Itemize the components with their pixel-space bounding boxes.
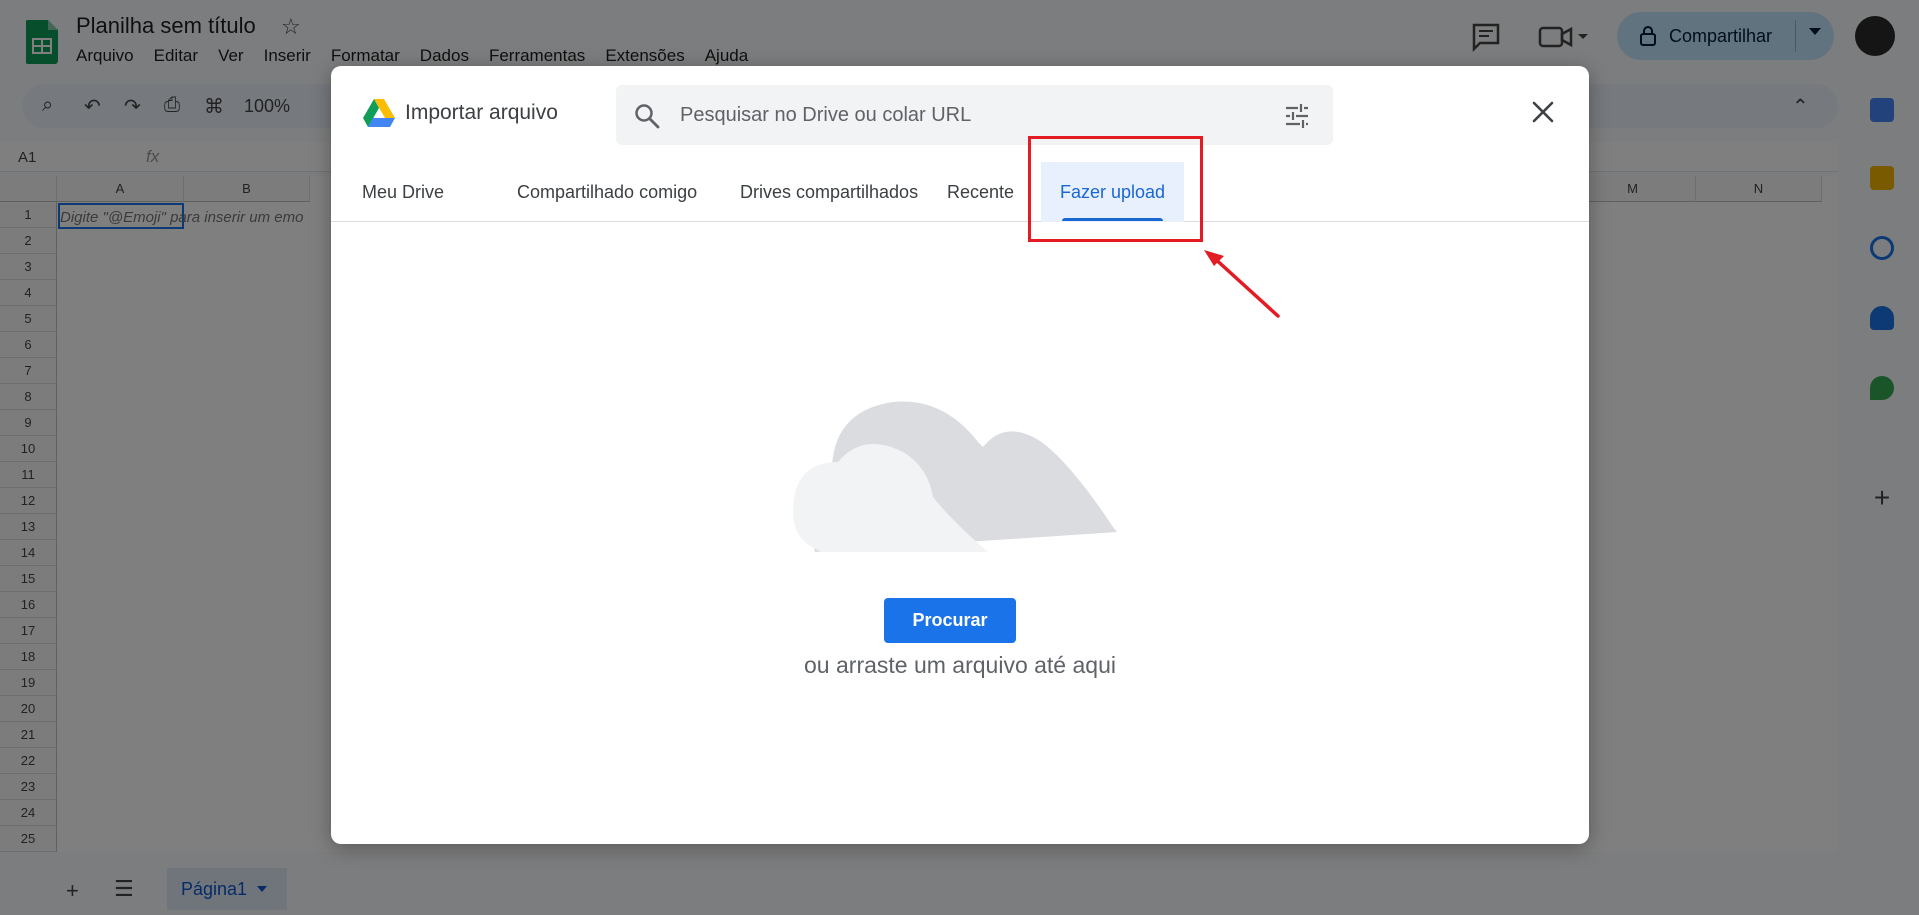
close-icon[interactable]: [1531, 100, 1555, 124]
google-drive-icon: [363, 99, 395, 127]
annotation-highlight-box: [1028, 136, 1203, 242]
tab-meu-drive[interactable]: Meu Drive: [343, 162, 463, 222]
dialog-tabs: Meu Drive Compartilhado comigo Drives co…: [331, 162, 1589, 222]
tab-compartilhado-comigo[interactable]: Compartilhado comigo: [498, 162, 716, 222]
import-file-dialog: Importar arquivo Meu Drive Compartilhado…: [331, 66, 1589, 844]
dialog-title: Importar arquivo: [405, 101, 558, 124]
browse-button[interactable]: Procurar: [884, 598, 1016, 643]
tab-recente[interactable]: Recente: [928, 162, 1033, 222]
search-icon[interactable]: [634, 103, 660, 129]
annotation-arrow-icon: [1204, 250, 1280, 318]
tab-drives-compartilhados[interactable]: Drives compartilhados: [721, 162, 937, 222]
dialog-header: Importar arquivo: [331, 66, 1589, 156]
cloud-upload-illustration: [793, 401, 1117, 552]
drive-search-box: [616, 85, 1333, 145]
drag-drop-hint: ou arraste um arquivo até aqui: [804, 652, 1116, 678]
filter-icon[interactable]: [1284, 103, 1310, 129]
drive-search-input[interactable]: [680, 97, 1240, 133]
